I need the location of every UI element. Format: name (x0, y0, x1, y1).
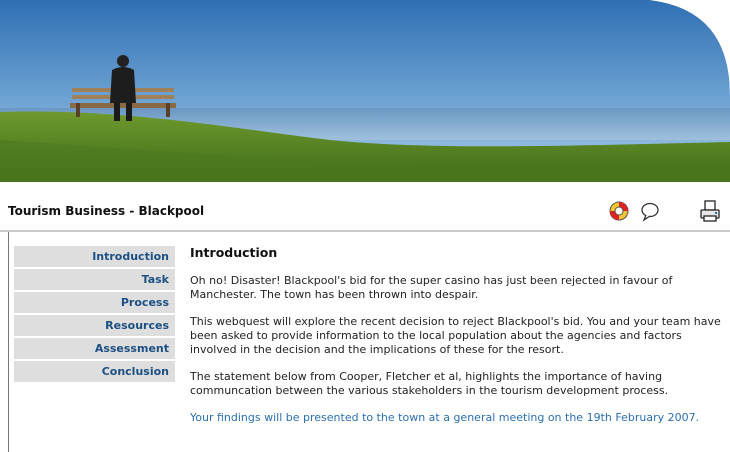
statement-paragraph: The statement below from Cooper, Fletche… (190, 370, 669, 397)
help-button[interactable] (606, 198, 632, 224)
header-banner-image (0, 0, 730, 182)
webquest-paragraph: This webquest will explore the recent de… (190, 315, 721, 356)
sidebar-nav: Introduction Task Process Resources Asse… (14, 246, 175, 384)
intro-paragraph: Oh no! Disaster! Blackpool's bid for the… (190, 274, 673, 301)
findings-paragraph: Your findings will be presented to the t… (190, 411, 700, 424)
printer-icon (698, 199, 722, 223)
page-heading: Introduction (190, 245, 278, 260)
sidebar-item-introduction[interactable]: Introduction (14, 246, 175, 267)
left-border-line (8, 232, 9, 452)
speech-bubble-icon (639, 200, 661, 222)
sidebar-item-task[interactable]: Task (14, 269, 175, 290)
main-content: Introduction Oh no! Disaster! Blackpool'… (190, 246, 722, 438)
lifebuoy-icon (608, 200, 630, 222)
title-bar: Tourism Business - Blackpool (0, 182, 730, 232)
site-title: Tourism Business - Blackpool (8, 204, 205, 218)
sidebar-item-assessment[interactable]: Assessment (14, 338, 175, 359)
print-button[interactable] (697, 198, 723, 224)
sidebar-item-conclusion[interactable]: Conclusion (14, 361, 175, 382)
sidebar-item-process[interactable]: Process (14, 292, 175, 313)
sidebar-item-resources[interactable]: Resources (14, 315, 175, 336)
comment-button[interactable] (637, 198, 663, 224)
